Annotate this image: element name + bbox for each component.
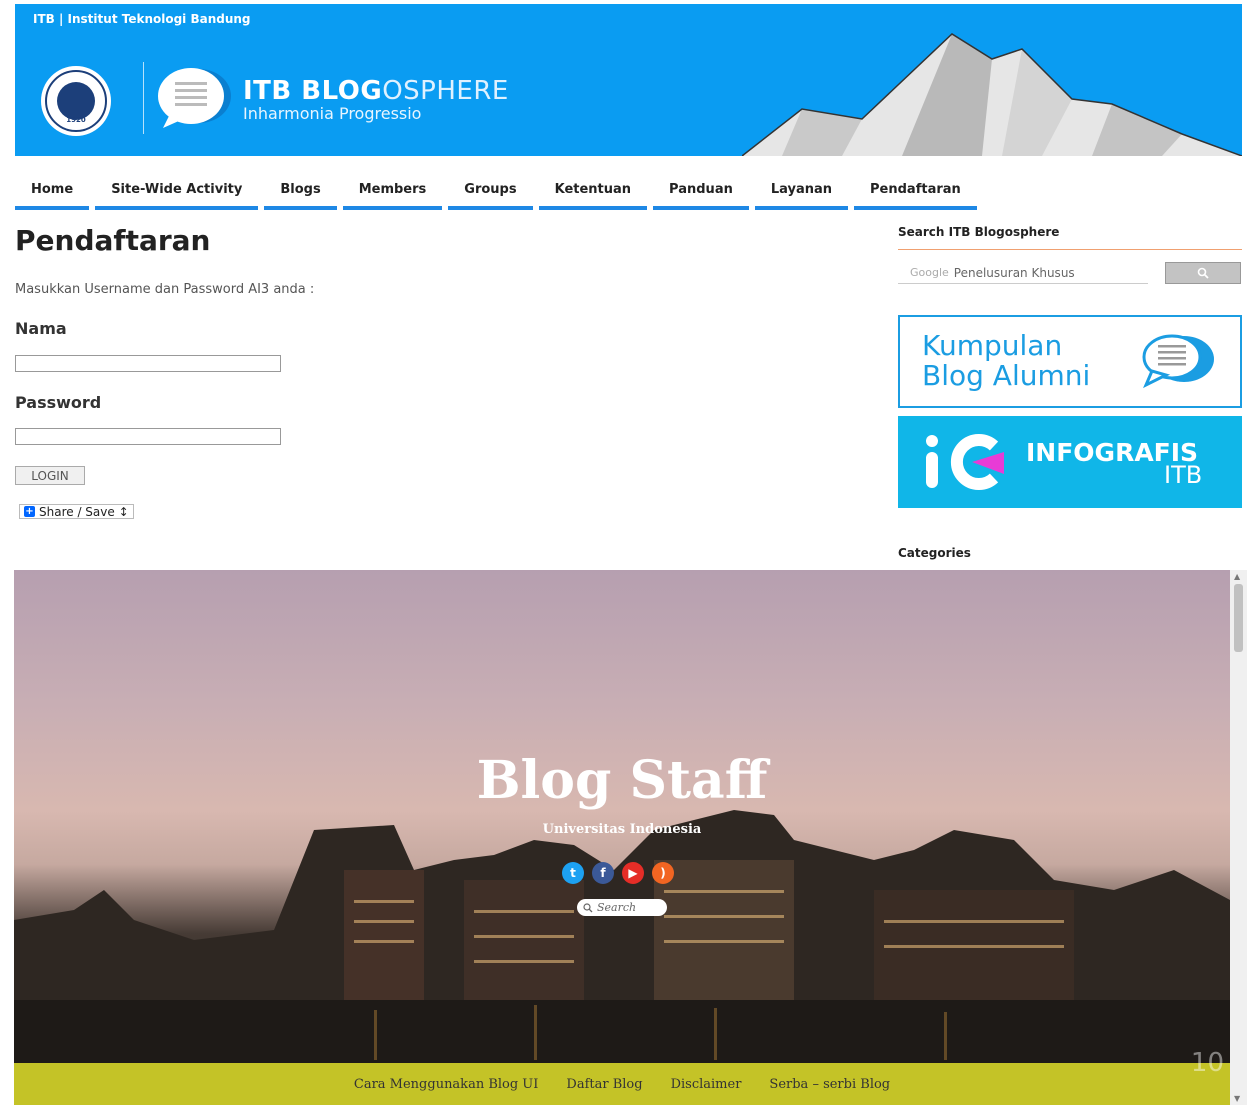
plus-icon: + [24, 506, 35, 517]
itb-seal-logo[interactable]: 1920 [41, 66, 111, 136]
share-label: Share / Save ↕ [39, 504, 129, 519]
name-label: Nama [15, 319, 67, 338]
nav-blogs[interactable]: Blogs [264, 178, 337, 210]
infografis-logo-icon [926, 434, 1004, 490]
infografis-subtitle: ITB [1164, 461, 1203, 489]
scrollbar-thumb[interactable] [1234, 584, 1243, 652]
twitter-icon[interactable]: t [562, 862, 584, 884]
youtube-icon[interactable]: ▶ [622, 862, 644, 884]
google-search-input[interactable]: Google Penelusuran Khusus [898, 262, 1148, 284]
search-icon [1197, 267, 1209, 279]
header-divider [143, 62, 144, 134]
chat-bubble-icon [158, 68, 231, 128]
google-search-button[interactable] [1165, 262, 1241, 284]
main-nav: Home Site-Wide Activity Blogs Members Gr… [15, 178, 983, 210]
sidebar-divider [898, 249, 1242, 250]
nav-site-wide-activity[interactable]: Site-Wide Activity [95, 178, 259, 210]
campus-skyline-illustration [14, 810, 1230, 1070]
seal-year: 1920 [66, 116, 86, 124]
institute-link[interactable]: ITB | Institut Teknologi Bandung [33, 12, 251, 26]
nav-panduan[interactable]: Panduan [653, 178, 749, 210]
nav-pendaftaran[interactable]: Pendaftaran [854, 178, 977, 210]
vertical-scrollbar[interactable]: ▲ ▼ [1230, 570, 1247, 1105]
footer-link-serba-serbi[interactable]: Serba – serbi Blog [769, 1077, 890, 1092]
footer-link-daftar-blog[interactable]: Daftar Blog [566, 1077, 642, 1092]
share-save-button[interactable]: + Share / Save ↕ [19, 504, 134, 519]
blog-staff-search-input[interactable]: Search [577, 899, 667, 916]
footer-link-disclaimer[interactable]: Disclaimer [671, 1077, 742, 1092]
chat-bubble-icon [1142, 334, 1214, 389]
blog-staff-footer-nav: Cara Menggunakan Blog UI Daftar Blog Dis… [14, 1063, 1230, 1105]
alumni-banner-text: Kumpulan Blog Alumni [922, 329, 1091, 392]
search-heading: Search ITB Blogosphere [898, 225, 1060, 239]
facebook-icon[interactable]: f [592, 862, 614, 884]
infografis-banner[interactable]: INFOGRAFIS ITB [898, 416, 1242, 508]
footer-link-cara-menggunakan[interactable]: Cara Menggunakan Blog UI [354, 1077, 539, 1092]
login-button[interactable]: LOGIN [15, 466, 85, 485]
search-placeholder: Penelusuran Khusus [953, 265, 1075, 280]
intro-text: Masukkan Username dan Password AI3 anda … [15, 282, 315, 297]
mountain-illustration [742, 33, 1242, 156]
scroll-up-arrow-icon[interactable]: ▲ [1234, 572, 1240, 581]
search-placeholder: Search [597, 901, 637, 914]
scroll-down-arrow-icon[interactable]: ▼ [1234, 1094, 1240, 1103]
nav-groups[interactable]: Groups [448, 178, 533, 210]
nav-members[interactable]: Members [342, 178, 443, 210]
categories-heading: Categories [898, 546, 971, 560]
name-input[interactable] [15, 355, 281, 372]
site-header: ITB | Institut Teknologi Bandung 1920 IT… [15, 4, 1242, 156]
password-input[interactable] [15, 428, 281, 445]
nav-ketentuan[interactable]: Ketentuan [538, 178, 648, 210]
nav-home[interactable]: Home [15, 178, 90, 210]
brand-title[interactable]: ITB BLOGOSPHERE [243, 76, 509, 106]
blog-staff-title: Blog Staff [476, 750, 768, 811]
nav-layanan[interactable]: Layanan [754, 178, 849, 210]
google-label: Google [910, 266, 949, 279]
blog-staff-subtitle: Universitas Indonesia [542, 822, 702, 837]
password-label: Password [15, 393, 102, 412]
page-title: Pendaftaran [15, 224, 211, 257]
rss-icon[interactable]: ) [652, 862, 674, 884]
brand-tagline: Inharmonia Progressio [243, 104, 422, 123]
search-icon [583, 902, 593, 912]
blog-staff-screenshot: Blog Staff Universitas Indonesia t f ▶ )… [14, 570, 1230, 1105]
social-icons: t f ▶ ) [562, 862, 674, 884]
slide-page-number: 10 [1190, 1048, 1224, 1078]
alumni-blog-banner[interactable]: Kumpulan Blog Alumni [898, 315, 1242, 408]
